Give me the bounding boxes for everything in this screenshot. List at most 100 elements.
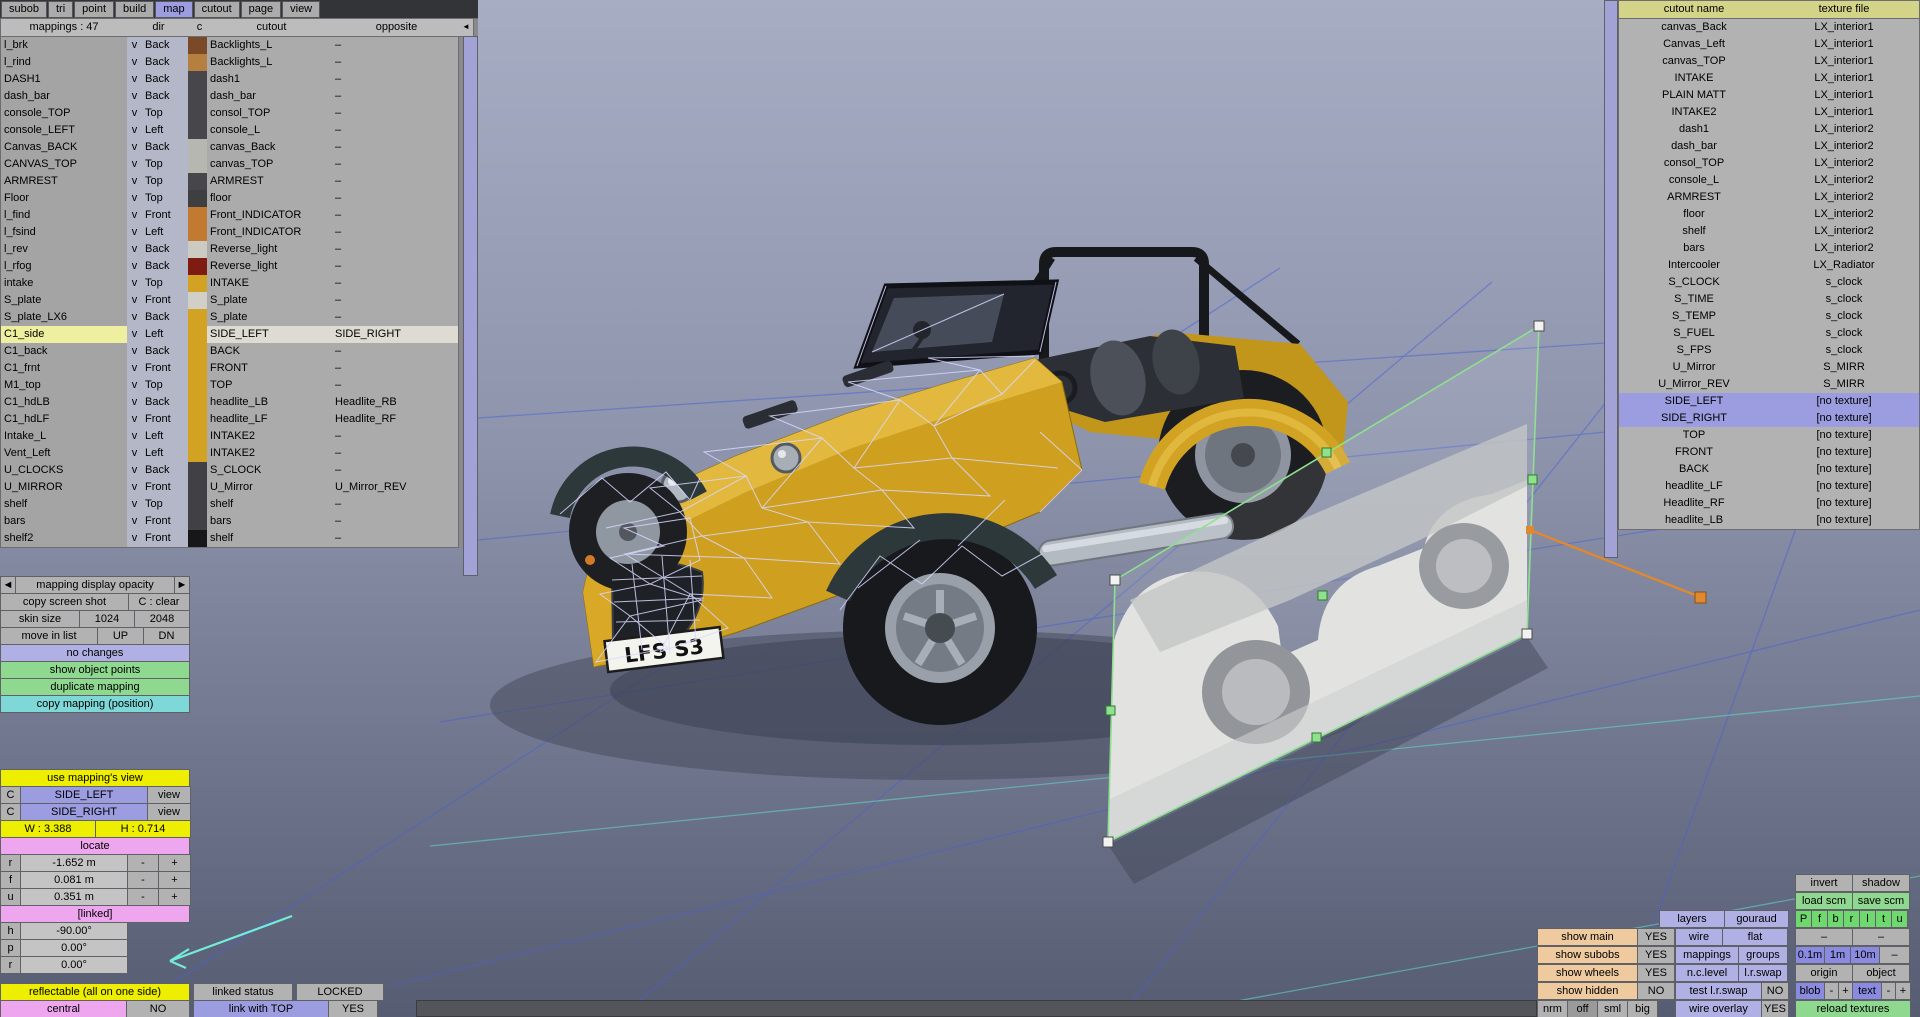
clear-button[interactable]: C : clear <box>128 593 190 611</box>
mapping-name[interactable]: DASH1 <box>1 71 128 89</box>
mapping-row[interactable]: Vent_Left v Left INTAKE2 – <box>1 445 478 463</box>
mapping-cutout[interactable]: dash1 <box>207 71 333 89</box>
mapping-direction[interactable]: Front <box>142 479 189 497</box>
projection-button[interactable]: b <box>1827 910 1844 928</box>
visibility-flag[interactable]: v <box>127 173 143 191</box>
mapping-opposite[interactable]: – <box>332 258 459 276</box>
texture-file[interactable]: LX_interior1 <box>1769 53 1920 71</box>
mapping-cutout[interactable]: INTAKE2 <box>207 428 333 446</box>
copy-mapping-position-button[interactable]: copy mapping (position) <box>0 695 190 713</box>
mapping-name[interactable]: M1_top <box>1 377 128 395</box>
visibility-flag[interactable]: v <box>127 105 143 123</box>
locate-header[interactable]: locate <box>0 837 190 855</box>
mapping-direction[interactable]: Back <box>142 88 189 106</box>
visibility-flag[interactable]: v <box>127 377 143 395</box>
c-button[interactable]: C <box>0 803 21 821</box>
cutout-name[interactable]: S_TEMP <box>1619 308 1770 326</box>
mapping-opposite[interactable]: – <box>332 173 459 191</box>
mapping-cutout[interactable]: canvas_Back <box>207 139 333 157</box>
mapping-row[interactable]: bars v Front bars – <box>1 513 478 531</box>
cutout-name[interactable]: PLAIN MATT <box>1619 87 1770 105</box>
mapping-direction[interactable]: Back <box>142 139 189 157</box>
cutout-name[interactable]: Headlite_RF <box>1619 495 1770 513</box>
axis-decrement-button[interactable]: - <box>127 871 159 889</box>
cutout-name[interactable]: consol_TOP <box>1619 155 1770 173</box>
texture-file[interactable]: LX_interior2 <box>1769 155 1920 173</box>
dash-button[interactable]: – <box>1795 928 1853 946</box>
menu-item[interactable]: page <box>240 1 282 18</box>
move-up-button[interactable]: UP <box>97 627 144 645</box>
dash-button[interactable]: – <box>1879 946 1910 964</box>
mapping-opposite[interactable]: – <box>332 105 459 123</box>
mapping-direction[interactable]: Front <box>142 207 189 225</box>
menu-item[interactable]: tri <box>47 1 74 18</box>
blob-decrement-button[interactable]: - <box>1824 982 1839 1000</box>
cutout-row[interactable]: S_FPS s_clock <box>1619 342 1920 360</box>
texture-file[interactable]: LX_interior2 <box>1769 240 1920 258</box>
mapping-name[interactable]: dash_bar <box>1 88 128 106</box>
origin-button[interactable]: origin <box>1795 964 1853 982</box>
mapping-name[interactable]: CANVAS_TOP <box>1 156 128 174</box>
mapping-cutout[interactable]: headlite_LB <box>207 394 333 412</box>
wire-overlay-button[interactable]: wire overlay <box>1675 1000 1762 1017</box>
mapping-cutout[interactable]: S_plate <box>207 309 333 327</box>
plane-edge-handle[interactable] <box>1527 474 1538 485</box>
show-wheels-button[interactable]: show wheels <box>1537 964 1638 982</box>
visibility-flag[interactable]: v <box>127 309 143 327</box>
reflectable-button[interactable]: reflectable (all on one side) <box>0 983 190 1001</box>
mapping-name[interactable]: l_rfog <box>1 258 128 276</box>
texture-file[interactable]: S_MIRR <box>1769 376 1920 394</box>
mapping-cutout[interactable]: INTAKE <box>207 275 333 293</box>
view-side-right-button[interactable]: view <box>147 803 191 821</box>
nrm-sml-button[interactable]: sml <box>1597 1000 1628 1017</box>
mapping-row[interactable]: S_plate_LX6 v Back S_plate – <box>1 309 478 327</box>
wire-overlay-value[interactable]: YES <box>1761 1000 1789 1017</box>
mapping-opposite[interactable]: – <box>332 343 459 361</box>
mapping-direction[interactable]: Top <box>142 496 189 514</box>
visibility-flag[interactable]: v <box>127 190 143 208</box>
mapping-cutout[interactable]: console_L <box>207 122 333 140</box>
mapping-direction[interactable]: Front <box>142 292 189 310</box>
show-hidden-button[interactable]: show hidden <box>1537 982 1638 1000</box>
mapping-name[interactable]: C1_back <box>1 343 128 361</box>
mapping-opposite[interactable]: – <box>332 224 459 242</box>
mapping-direction[interactable]: Front <box>142 360 189 378</box>
mapping-opposite[interactable]: Headlite_RB <box>332 394 459 412</box>
mapping-name[interactable]: S_plate <box>1 292 128 310</box>
mapping-row[interactable]: ARMREST v Top ARMREST – <box>1 173 478 191</box>
axis-value[interactable]: -1.652 m <box>20 854 128 872</box>
collapse-mappings-button[interactable]: ◄ <box>459 19 474 37</box>
mapping-cutout[interactable]: headlite_LF <box>207 411 333 429</box>
cutout-row[interactable]: console_L LX_interior2 <box>1619 172 1920 190</box>
mapping-direction[interactable]: Front <box>142 530 189 548</box>
mapping-direction[interactable]: Back <box>142 462 189 480</box>
layers-button[interactable]: layers <box>1659 910 1725 928</box>
mapping-direction[interactable]: Top <box>142 156 189 174</box>
mapping-row[interactable]: Canvas_BACK v Back canvas_Back – <box>1 139 478 157</box>
texture-file[interactable]: [no texture] <box>1769 512 1920 530</box>
axis-decrement-button[interactable]: - <box>127 854 159 872</box>
texture-file[interactable]: [no texture] <box>1769 495 1920 513</box>
cutout-row[interactable]: canvas_TOP LX_interior1 <box>1619 53 1920 71</box>
projection-button[interactable]: t <box>1875 910 1892 928</box>
cutout-name[interactable]: S_TIME <box>1619 291 1770 309</box>
wire-button[interactable]: wire <box>1675 928 1723 946</box>
visibility-flag[interactable]: v <box>127 411 143 429</box>
mapping-direction[interactable]: Back <box>142 54 189 72</box>
texture-file[interactable]: s_clock <box>1769 274 1920 292</box>
gouraud-button[interactable]: gouraud <box>1724 910 1789 928</box>
visibility-flag[interactable]: v <box>127 275 143 293</box>
grid-01m-button[interactable]: 0.1m <box>1795 946 1825 964</box>
mapping-direction[interactable]: Left <box>142 122 189 140</box>
blob-button[interactable]: blob <box>1795 982 1825 1000</box>
object-button[interactable]: object <box>1852 964 1910 982</box>
visibility-flag[interactable]: v <box>127 122 143 140</box>
show-hidden-value[interactable]: NO <box>1637 982 1675 1000</box>
show-wheels-value[interactable]: YES <box>1637 964 1675 982</box>
mapping-row[interactable]: DASH1 v Back dash1 – <box>1 71 478 89</box>
projection-button[interactable]: u <box>1891 910 1908 928</box>
cutout-row[interactable]: Canvas_Left LX_interior1 <box>1619 36 1920 54</box>
mapping-row[interactable]: console_LEFT v Left console_L – <box>1 122 478 140</box>
mapping-name[interactable]: Canvas_BACK <box>1 139 128 157</box>
mapping-row[interactable]: l_find v Front Front_INDICATOR – <box>1 207 478 225</box>
